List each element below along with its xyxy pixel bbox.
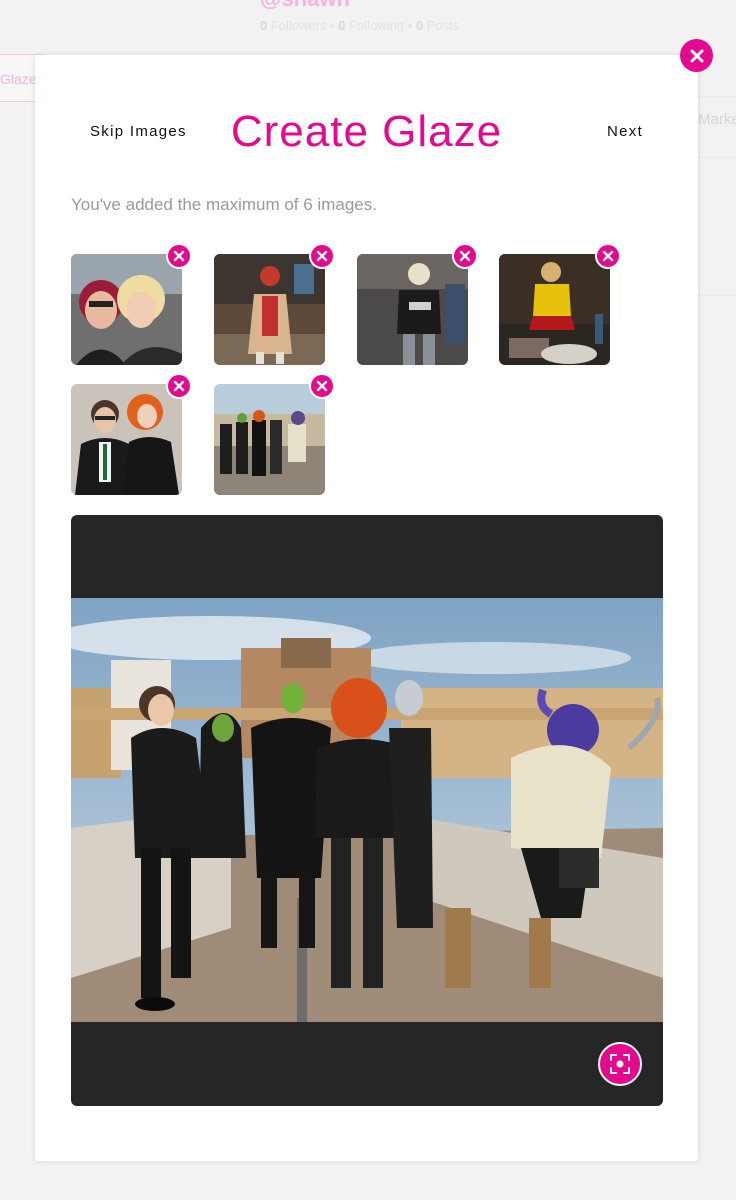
thumbnail-image bbox=[357, 254, 468, 365]
close-icon bbox=[316, 380, 328, 392]
divider bbox=[698, 157, 736, 158]
thumbnail-1[interactable] bbox=[71, 254, 182, 365]
profile-handle: @shawn bbox=[260, 0, 350, 12]
close-icon bbox=[459, 250, 471, 262]
thumbnail-image bbox=[71, 254, 182, 365]
remove-thumbnail-5-button[interactable] bbox=[166, 373, 192, 399]
profile-stats: 0 Followers • 0 Following • 0 Posts bbox=[260, 18, 459, 33]
create-glaze-modal: Skip Images Create Glaze Next You've add… bbox=[35, 55, 698, 1161]
thumbnail-6[interactable] bbox=[214, 384, 325, 495]
close-modal-button[interactable] bbox=[680, 39, 713, 72]
remove-thumbnail-1-button[interactable] bbox=[166, 243, 192, 269]
thumbnail-2[interactable] bbox=[214, 254, 325, 365]
modal-title: Create Glaze bbox=[230, 107, 503, 156]
posts-label: Posts bbox=[426, 18, 460, 33]
background-panel-marketplace: Marketp bbox=[698, 96, 736, 296]
stats-separator: • bbox=[330, 18, 335, 33]
following-label: Following bbox=[349, 18, 405, 33]
thumbnail-image bbox=[214, 254, 325, 365]
crop-focus-icon bbox=[610, 1054, 630, 1074]
preview-image bbox=[71, 598, 663, 1022]
thumbnail-5[interactable] bbox=[71, 384, 182, 495]
thumbnail-image bbox=[214, 384, 325, 495]
posts-count: 0 bbox=[415, 18, 424, 33]
close-icon bbox=[602, 250, 614, 262]
thumbnail-image bbox=[71, 384, 182, 495]
following-count: 0 bbox=[338, 18, 346, 33]
crop-focus-button[interactable] bbox=[598, 1042, 642, 1086]
remove-thumbnail-2-button[interactable] bbox=[309, 243, 335, 269]
remove-thumbnail-4-button[interactable] bbox=[595, 243, 621, 269]
next-button[interactable]: Next bbox=[607, 123, 643, 140]
thumbnail-4[interactable] bbox=[499, 254, 610, 365]
remove-thumbnail-3-button[interactable] bbox=[452, 243, 478, 269]
close-icon bbox=[173, 380, 185, 392]
stats-separator: • bbox=[407, 18, 413, 33]
max-images-message: You've added the maximum of 6 images. bbox=[71, 195, 377, 214]
thumbnail-3[interactable] bbox=[357, 254, 468, 365]
background-panel-label: Marketp bbox=[698, 111, 736, 128]
close-icon bbox=[316, 250, 328, 262]
close-icon bbox=[173, 250, 185, 262]
image-preview bbox=[71, 515, 663, 1106]
close-icon bbox=[690, 49, 703, 62]
remove-thumbnail-6-button[interactable] bbox=[309, 373, 335, 399]
followers-label: Followers bbox=[270, 18, 327, 33]
followers-count: 0 bbox=[260, 18, 268, 33]
thumbnail-image bbox=[499, 254, 610, 365]
